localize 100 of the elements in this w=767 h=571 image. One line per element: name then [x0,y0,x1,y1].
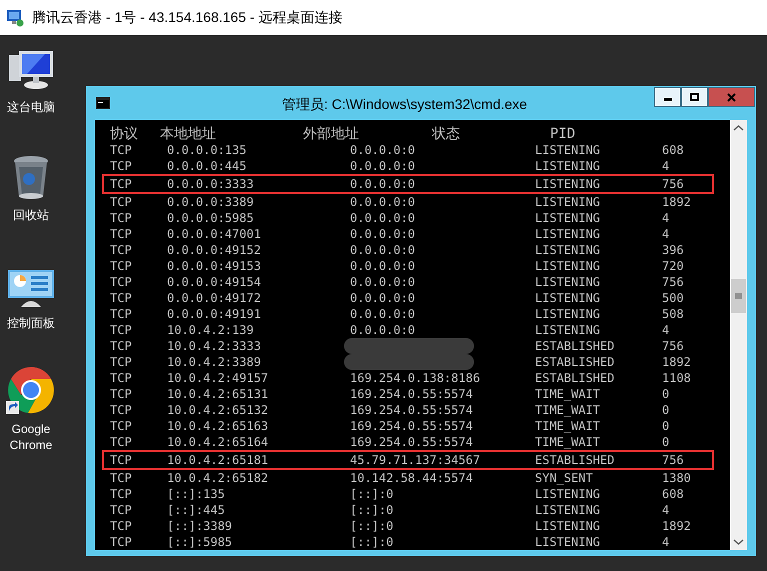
local-address-text: 0.0.0.0:49154 [167,274,262,290]
state-text: LISTENING [535,142,602,158]
protocol-text: TCP [110,290,133,306]
local-address-text: 0.0.0.0:49153 [167,258,262,274]
foreign-address-text: 0.0.0.0:0 [350,258,416,274]
state-text: TIME_WAIT [535,402,602,418]
foreign-address-text: 0.0.0.0:0 [350,142,416,158]
pid-text: 4 [662,158,670,174]
foreign-address-text: 0.0.0.0:0 [350,176,416,192]
desktop-icon-label: 控制面板 [7,315,55,331]
column-header: 外部地址 [303,126,360,142]
protocol-text: TCP [110,402,133,418]
pid-text: 4 [662,210,670,226]
pid-text: 0 [662,418,670,434]
foreign-address-text: 0.0.0.0:0 [350,290,416,306]
foreign-address-text: 169.254.0.55:5574 [350,434,474,450]
foreign-address-text: 169.254.0.55:5574 [350,386,474,402]
state-text: LISTENING [535,534,602,550]
protocol-text: TCP [110,158,133,174]
protocol-text: TCP [110,242,133,258]
state-text: LISTENING [535,502,602,518]
pid-text: 756 [662,452,685,468]
local-address-text: 0.0.0.0:49191 [167,306,262,322]
pid-text: 508 [662,306,685,322]
foreign-address-text: 0.0.0.0:0 [350,194,416,210]
local-address-text: 0.0.0.0:49172 [167,290,262,306]
protocol-text: TCP [110,534,133,550]
state-text: LISTENING [535,306,602,322]
protocol-text: TCP [110,518,133,534]
console-icon [96,97,110,109]
pid-text: 756 [662,176,685,192]
protocol-text: TCP [110,176,133,192]
local-address-text: 0.0.0.0:49152 [167,242,262,258]
protocol-text: TCP [110,274,133,290]
pid-text: 608 [662,142,685,158]
state-text: ESTABLISHED [535,338,616,354]
desktop-icon[interactable]: 回收站 [0,151,62,259]
foreign-address-text: 0.0.0.0:0 [350,242,416,258]
foreign-address-text: 0.0.0.0:0 [350,158,416,174]
close-button[interactable] [708,87,755,107]
protocol-text: TCP [110,194,133,210]
column-header: 协议 [110,126,139,142]
desktop-icon[interactable]: Google Chrome [0,365,62,471]
foreign-address-text: 0.0.0.0:0 [350,226,416,242]
pid-text: 1892 [662,518,692,534]
pid-text: 396 [662,242,685,258]
state-text: LISTENING [535,194,602,210]
browser-icon [6,365,56,415]
desktop-icon-label: 回收站 [13,207,49,223]
local-address-text: 0.0.0.0:135 [167,142,248,158]
desktop-icon[interactable]: 这台电脑 [0,43,62,151]
pid-text: 1108 [662,370,692,386]
state-text: SYN_SENT [535,470,594,486]
protocol-text: TCP [110,306,133,322]
local-address-text: 10.0.4.2:3389 [167,354,262,370]
column-header: PID [550,126,576,142]
control-panel-icon [7,269,55,309]
local-address-text: 10.0.4.2:65181 [167,452,270,468]
protocol-text: TCP [110,370,133,386]
state-text: TIME_WAIT [535,386,602,402]
pid-text: 0 [662,402,670,418]
foreign-address-text: [::]:0 [350,518,394,534]
desktop-icon[interactable]: 控制面板 [0,259,62,365]
close-icon [727,92,736,102]
minimize-button[interactable] [654,87,681,107]
local-address-text: 10.0.4.2:65164 [167,434,270,450]
pid-text: 1892 [662,194,692,210]
foreign-address-text: [::]:0 [350,502,394,518]
column-header: 状态 [432,126,461,142]
state-text: LISTENING [535,290,602,306]
pid-text: 608 [662,486,685,502]
grip-icon [735,293,742,299]
pid-text: 4 [662,322,670,338]
protocol-text: TCP [110,210,133,226]
local-address-text: 10.0.4.2:49157 [167,370,270,386]
pid-text: 720 [662,258,685,274]
pid-text: 756 [662,274,685,290]
protocol-text: TCP [110,142,133,158]
pid-text: 4 [662,534,670,550]
local-address-text: [::]:5985 [167,534,234,550]
scroll-thumb[interactable] [731,279,746,313]
local-address-text: 10.0.4.2:65131 [167,386,270,402]
state-text: ESTABLISHED [535,452,616,468]
maximize-button[interactable] [681,87,708,107]
local-address-text: 10.0.4.2:139 [167,322,255,338]
state-text: TIME_WAIT [535,418,602,434]
protocol-text: TCP [110,418,133,434]
protocol-text: TCP [110,386,133,402]
state-text: LISTENING [535,242,602,258]
pid-text: 1892 [662,354,692,370]
protocol-text: TCP [110,434,133,450]
pid-text: 756 [662,338,685,354]
protocol-text: TCP [110,486,133,502]
foreign-address-text: 169.254.0.55:5574 [350,402,474,418]
protocol-text: TCP [110,258,133,274]
foreign-address-text: 0.0.0.0:0 [350,274,416,290]
local-address-text: 10.0.4.2:65132 [167,402,270,418]
local-address-text: [::]:445 [167,502,226,518]
local-address-text: 0.0.0.0:3389 [167,194,255,210]
protocol-text: TCP [110,338,133,354]
